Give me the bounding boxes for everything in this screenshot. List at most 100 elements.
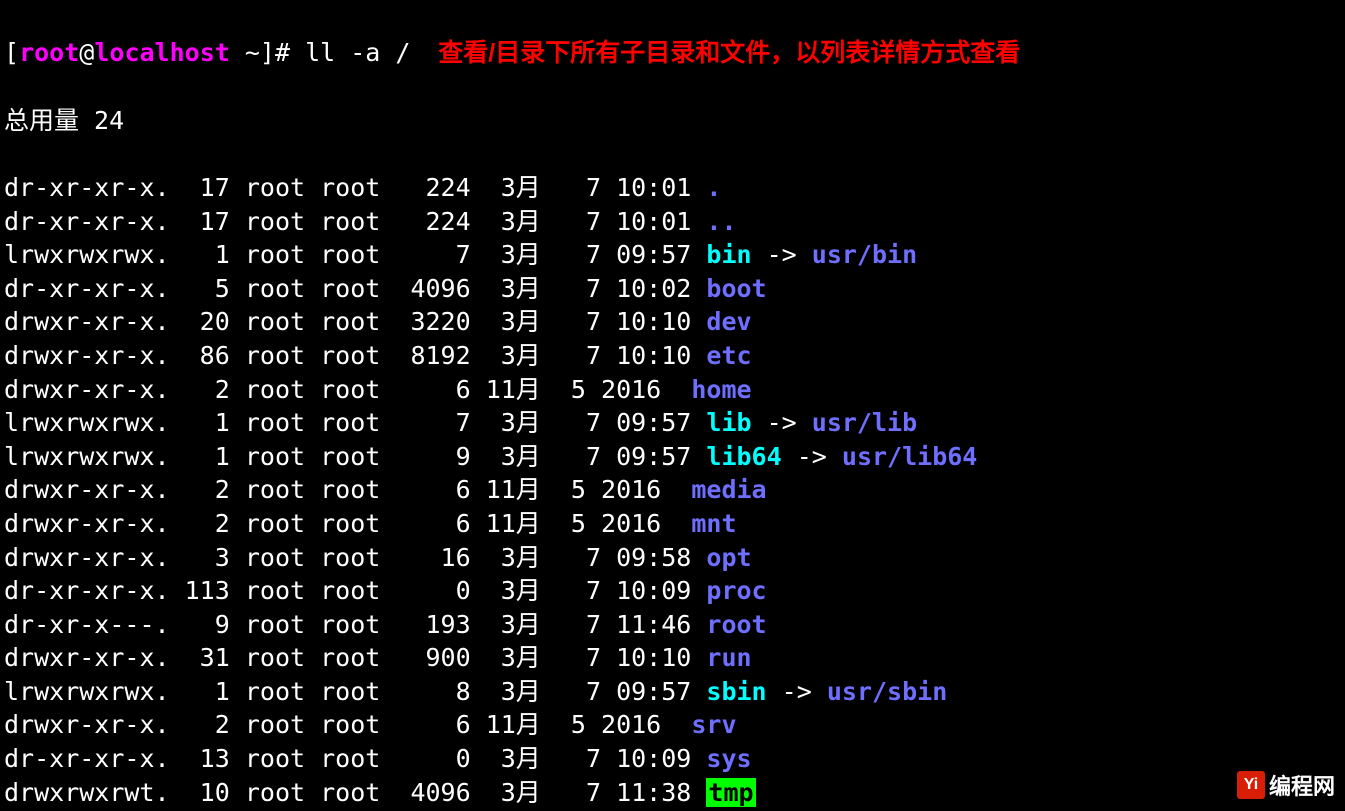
file-name: tmp xyxy=(706,778,755,807)
terminal-window[interactable]: [root@localhost ~]# ll -a / 查看/目录下所有子目录和… xyxy=(0,0,1345,811)
size: 4096 xyxy=(395,274,470,303)
links: 1 xyxy=(170,442,230,471)
list-row: drwxr-xr-x. 86 root root 8192 3月 7 10:10… xyxy=(4,339,1341,373)
day: 7 xyxy=(556,442,601,471)
file-name: lib xyxy=(706,408,751,437)
group: root xyxy=(305,240,380,269)
file-name: etc xyxy=(706,341,751,370)
group: root xyxy=(305,341,380,370)
group: root xyxy=(305,207,380,236)
list-row: drwxr-xr-x. 2 root root 6 11月 5 2016 srv xyxy=(4,708,1341,742)
owner: root xyxy=(230,710,305,739)
file-name: run xyxy=(706,643,751,672)
file-name: lib64 xyxy=(706,442,781,471)
link-target: usr/bin xyxy=(812,240,917,269)
day: 7 xyxy=(556,408,601,437)
prompt-line-1: [root@localhost ~]# ll -a / 查看/目录下所有子目录和… xyxy=(4,36,1341,71)
perm: drwxr-xr-x. xyxy=(4,375,170,404)
group: root xyxy=(305,307,380,336)
owner: root xyxy=(230,778,305,807)
prompt-path: ~ xyxy=(230,38,260,67)
list-row: dr-xr-xr-x. 113 root root 0 3月 7 10:09 p… xyxy=(4,574,1341,608)
group: root xyxy=(305,610,380,639)
month: 3月 xyxy=(471,744,556,773)
group: root xyxy=(305,744,380,773)
time: 10:10 xyxy=(601,643,691,672)
link-target: usr/lib xyxy=(812,408,917,437)
links: 1 xyxy=(170,677,230,706)
owner: root xyxy=(230,744,305,773)
day: 7 xyxy=(556,576,601,605)
owner: root xyxy=(230,576,305,605)
owner: root xyxy=(230,677,305,706)
list-row: lrwxrwxrwx. 1 root root 7 3月 7 09:57 bin… xyxy=(4,238,1341,272)
day: 7 xyxy=(556,610,601,639)
month: 3月 xyxy=(471,576,556,605)
group: root xyxy=(305,509,380,538)
month: 3月 xyxy=(471,307,556,336)
owner: root xyxy=(230,475,305,504)
size: 6 xyxy=(395,509,470,538)
file-name: dev xyxy=(706,307,751,336)
bracket-open: [ xyxy=(4,38,19,67)
list-row: dr-xr-xr-x. 5 root root 4096 3月 7 10:02 … xyxy=(4,272,1341,306)
prompt-user: root xyxy=(19,38,79,67)
arrow: -> xyxy=(782,442,842,471)
watermark-logo-icon: Yi xyxy=(1237,771,1265,799)
group: root xyxy=(305,475,380,504)
links: 1 xyxy=(170,240,230,269)
perm: lrwxrwxrwx. xyxy=(4,677,170,706)
owner: root xyxy=(230,307,305,336)
month: 3月 xyxy=(471,442,556,471)
size: 224 xyxy=(395,207,470,236)
total-line: 总用量 24 xyxy=(4,104,1341,138)
links: 2 xyxy=(170,375,230,404)
links: 17 xyxy=(170,173,230,202)
time: 11:38 xyxy=(601,778,691,807)
group: root xyxy=(305,576,380,605)
links: 2 xyxy=(170,475,230,504)
day: 7 xyxy=(556,207,601,236)
list-row: dr-xr-xr-x. 13 root root 0 3月 7 10:09 sy… xyxy=(4,742,1341,776)
day: 5 xyxy=(541,509,586,538)
day: 7 xyxy=(556,341,601,370)
day: 7 xyxy=(556,543,601,572)
time: 09:57 xyxy=(601,408,691,437)
time: 2016 xyxy=(586,710,676,739)
group: root xyxy=(305,778,380,807)
perm: dr-xr-xr-x. xyxy=(4,207,170,236)
file-name: boot xyxy=(706,274,766,303)
time: 10:01 xyxy=(601,207,691,236)
month: 3月 xyxy=(471,207,556,236)
day: 7 xyxy=(556,778,601,807)
perm: drwxr-xr-x. xyxy=(4,509,170,538)
file-name: proc xyxy=(706,576,766,605)
month: 3月 xyxy=(471,643,556,672)
list-row: lrwxrwxrwx. 1 root root 7 3月 7 09:57 lib… xyxy=(4,406,1341,440)
watermark: Yi 编程网 xyxy=(1237,769,1335,801)
owner: root xyxy=(230,509,305,538)
perm: dr-xr-xr-x. xyxy=(4,274,170,303)
perm: dr-xr-xr-x. xyxy=(4,576,170,605)
size: 6 xyxy=(395,375,470,404)
group: root xyxy=(305,442,380,471)
group: root xyxy=(305,677,380,706)
month: 11月 xyxy=(471,475,541,504)
file-name: opt xyxy=(706,543,751,572)
arrow: -> xyxy=(752,408,812,437)
links: 31 xyxy=(170,643,230,672)
time: 2016 xyxy=(586,509,676,538)
list-row: drwxrwxrwt. 10 root root 4096 3月 7 11:38… xyxy=(4,776,1341,810)
time: 10:10 xyxy=(601,341,691,370)
time: 09:57 xyxy=(601,442,691,471)
list-row: lrwxrwxrwx. 1 root root 8 3月 7 09:57 sbi… xyxy=(4,675,1341,709)
file-name: bin xyxy=(706,240,751,269)
perm: drwxrwxrwt. xyxy=(4,778,170,807)
day: 5 xyxy=(541,710,586,739)
links: 9 xyxy=(170,610,230,639)
links: 2 xyxy=(170,710,230,739)
size: 9 xyxy=(395,442,470,471)
month: 3月 xyxy=(471,610,556,639)
perm: drwxr-xr-x. xyxy=(4,543,170,572)
time: 2016 xyxy=(586,475,676,504)
